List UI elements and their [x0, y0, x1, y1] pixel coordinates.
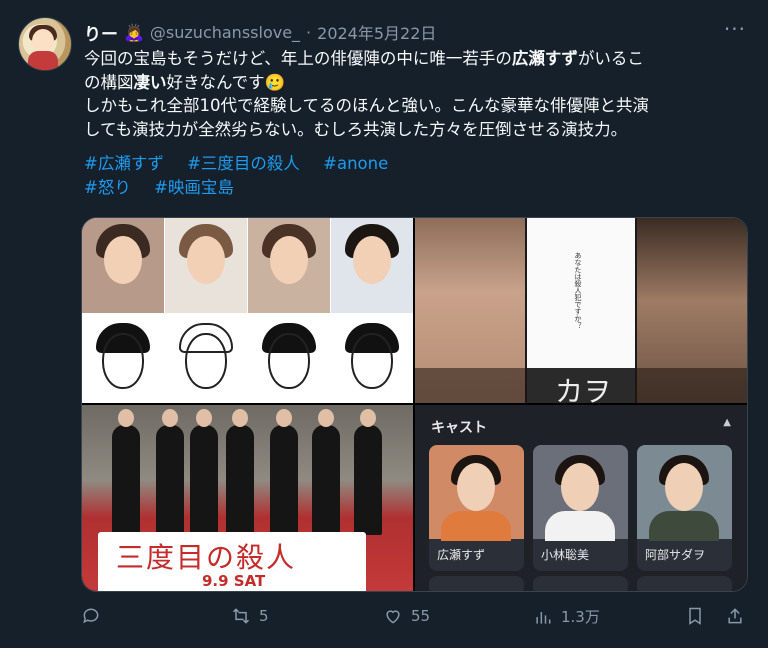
hashtag-link[interactable]: #広瀬すず	[84, 154, 164, 173]
media-image-event[interactable]: 三度目の殺人 9.9 SAT	[82, 405, 413, 591]
poster-caption: カヲ	[555, 375, 612, 403]
reply-button[interactable]	[81, 606, 109, 626]
event-person	[156, 409, 184, 535]
photo-face	[353, 236, 391, 284]
cast-name: 広瀬すず	[437, 548, 486, 562]
photo-face	[187, 236, 225, 284]
cast-photo	[533, 445, 628, 541]
actor-photo	[165, 218, 247, 313]
hashtag-link[interactable]: #anone	[323, 154, 388, 173]
poster-vertical-text: あなたは殺人犯ですか？	[574, 252, 582, 329]
event-person	[354, 409, 382, 535]
media-image-collage[interactable]	[82, 218, 413, 403]
manga-sketch	[248, 313, 330, 403]
badge-emoji: 🙇‍♀️	[124, 22, 144, 42]
views-count: 1.3万	[561, 608, 600, 626]
actor-photo	[331, 218, 413, 313]
media-image-poster[interactable]: あなたは殺人犯ですか？ カヲ	[415, 218, 747, 403]
media-grid: あなたは殺人犯ですか？ カヲ 三度目の殺人 9.9 SAT キャスト ▲ 広瀬す…	[81, 217, 748, 592]
cast-name: 小林聡美	[541, 548, 590, 562]
tweet-line: の構図凄い好きなんです🥲	[84, 71, 749, 95]
event-person	[190, 409, 218, 535]
bookmark-icon	[689, 607, 701, 625]
cast-card-partial[interactable]	[429, 576, 524, 591]
collapse-caret-icon[interactable]: ▲	[723, 417, 731, 428]
cast-body	[649, 511, 719, 541]
cast-photo	[429, 445, 524, 541]
like-count: 55	[411, 607, 431, 625]
cast-card[interactable]: 阿部サダヲ	[637, 445, 732, 571]
more-options-icon[interactable]: ···	[724, 17, 746, 41]
sketch-face	[102, 333, 144, 389]
cast-panel[interactable]: キャスト ▲ 広瀬すず 小林聡美 阿部サダヲ	[415, 405, 747, 591]
cast-body	[441, 511, 511, 541]
cast-panel-title: キャスト	[431, 420, 487, 436]
sketch-face	[185, 333, 227, 389]
manga-sketch	[82, 313, 164, 403]
views-chart-icon	[536, 611, 551, 624]
reply-icon	[83, 608, 99, 624]
like-button[interactable]: 55	[383, 606, 430, 626]
photo-face	[270, 236, 308, 284]
text-bold: 凄い	[133, 72, 167, 92]
sketch-face	[351, 333, 393, 389]
tweet-line: しかもこれ全部10代で経験してるのほんと強い。こんな豪華な俳優陣と共演	[84, 96, 650, 115]
tweet-header: りー 🙇‍♀️ @suzuchansslove_ · 2024年5月22日	[84, 19, 436, 45]
avatar-body	[28, 51, 58, 70]
cast-card-partial[interactable]	[637, 576, 732, 591]
cast-card[interactable]: 小林聡美	[533, 445, 628, 571]
actor-photo	[82, 218, 164, 313]
tweet-text: 今回の宝島もそうだけど、年上の俳優陣の中に唯一若手の広瀬すずがいるこ の構図凄い…	[84, 47, 749, 141]
share-icon	[728, 608, 742, 624]
retweet-button[interactable]: 5	[231, 606, 269, 626]
event-banner-title: 三度目の殺人	[116, 541, 297, 574]
cast-body	[545, 511, 615, 541]
heart-icon	[386, 610, 400, 624]
views-button[interactable]: 1.3万	[533, 606, 600, 627]
tweet-date[interactable]: 2024年5月22日	[317, 20, 436, 44]
tweet-line: 今回の宝島もそうだけど、年上の俳優陣の中に唯一若手の広瀬すずがいるこ	[84, 47, 749, 71]
sketch-face	[268, 333, 310, 389]
separator-dot: ·	[306, 22, 312, 42]
retweet-icon	[232, 608, 250, 624]
hashtags: #広瀬すず #三度目の殺人 #anone #怒り #映画宝島	[84, 152, 406, 200]
event-person	[312, 409, 340, 535]
event-person	[112, 409, 140, 535]
display-name[interactable]: りー	[84, 20, 118, 45]
cast-face	[457, 463, 495, 511]
cast-card-partial[interactable]	[533, 576, 628, 591]
tweet-line: しても演技力が全然劣らない。むしろ共演した方々を圧倒させる演技力。	[84, 119, 628, 139]
cast-name: 阿部サダヲ	[645, 548, 706, 562]
avatar-face	[32, 29, 54, 53]
cast-photo	[637, 445, 732, 541]
hashtag-link[interactable]: #三度目の殺人	[187, 154, 300, 173]
photo-face	[104, 236, 142, 284]
retweet-count: 5	[259, 607, 269, 625]
hashtag-link[interactable]: #映画宝島	[154, 178, 234, 197]
share-button[interactable]	[725, 606, 745, 626]
text-bold: 広瀬すず	[511, 49, 578, 68]
text-segment: 今回の宝島もそうだけど、年上の俳優陣の中に唯一若手の	[84, 49, 512, 68]
cast-face	[665, 463, 703, 511]
bookmark-button[interactable]	[685, 606, 705, 626]
emoji: 🥲	[264, 72, 286, 92]
text-segment: の構図	[84, 72, 134, 92]
event-person	[270, 409, 298, 535]
tweet-actions: 5 55 1.3万	[81, 606, 751, 636]
event-banner-date: 9.9 SAT	[202, 572, 266, 590]
text-segment: 好きなんです	[166, 72, 265, 92]
avatar[interactable]	[18, 17, 72, 71]
manga-sketch	[331, 313, 413, 403]
cast-card[interactable]: 広瀬すず	[429, 445, 524, 571]
text-segment: がいるこ	[577, 49, 644, 68]
cast-face	[561, 463, 599, 511]
event-person	[226, 409, 254, 535]
manga-sketch	[165, 313, 247, 403]
actor-photo	[248, 218, 330, 313]
hashtag-link[interactable]: #怒り	[84, 178, 131, 197]
user-handle[interactable]: @suzuchansslove_	[150, 23, 300, 42]
